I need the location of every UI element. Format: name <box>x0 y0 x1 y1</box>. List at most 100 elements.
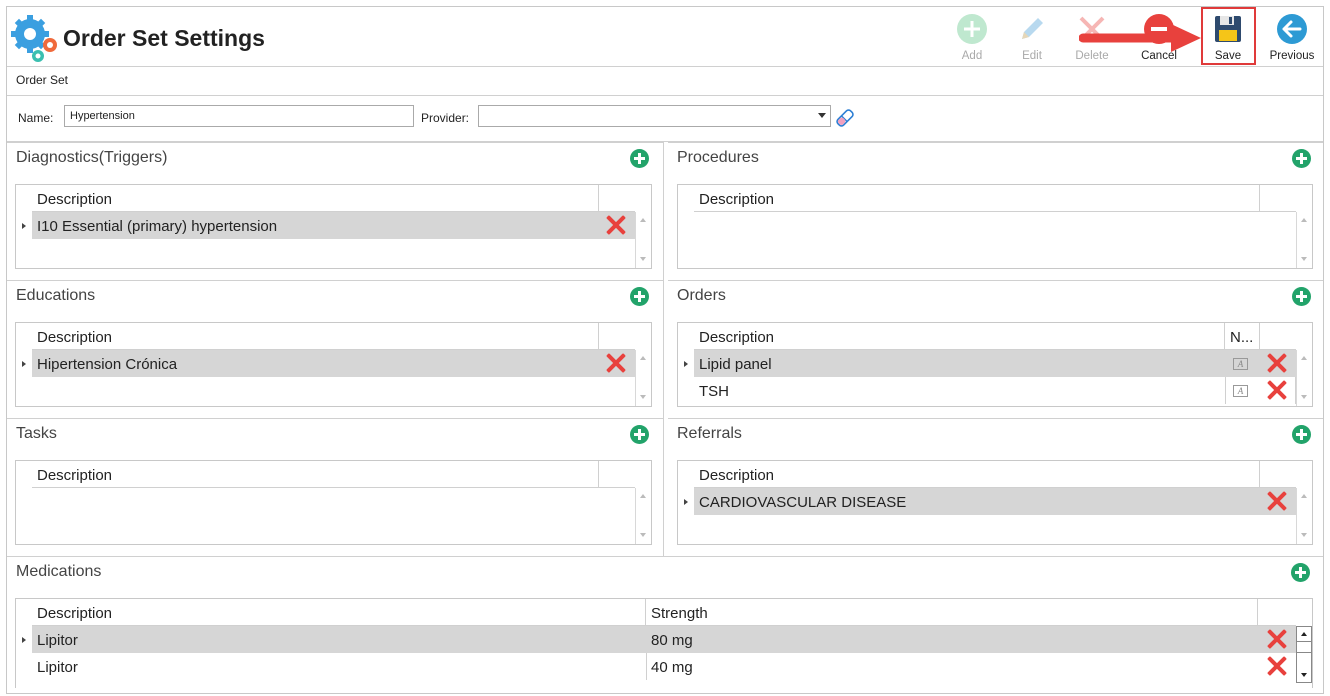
scroll-up-icon[interactable] <box>640 356 646 360</box>
delete-row-icon[interactable] <box>605 352 627 374</box>
column-header-description[interactable]: Description <box>32 323 599 350</box>
name-input[interactable]: Hypertension <box>64 105 414 127</box>
vertical-scrollbar[interactable] <box>635 212 651 268</box>
row-indicator-icon <box>684 361 688 367</box>
grid-header: Description <box>32 185 635 212</box>
medications-grid: Description Strength Lipitor 80 mg Lipit… <box>15 598 1313 688</box>
column-header-strength[interactable]: Strength <box>646 599 1258 626</box>
column-header-description[interactable]: Description <box>694 323 1225 350</box>
scroll-up-icon[interactable] <box>640 494 646 498</box>
scroll-up-icon[interactable] <box>1301 632 1307 636</box>
referrals-panel: Referrals Description CARDIOVASCULAR DIS… <box>668 418 1323 556</box>
vertical-scrollbar[interactable] <box>635 350 651 406</box>
scroll-up-icon[interactable] <box>640 218 646 222</box>
cell-description: Lipid panel <box>699 356 772 373</box>
order-set-label: Order Set <box>16 73 69 87</box>
add-education-icon[interactable] <box>630 287 649 306</box>
column-header-description[interactable]: Description <box>32 185 599 212</box>
add-diagnostic-icon[interactable] <box>630 149 649 168</box>
previous-button[interactable]: Previous <box>1264 9 1320 65</box>
note-icon[interactable]: A <box>1233 385 1248 397</box>
vertical-scrollbar[interactable] <box>635 488 651 544</box>
name-label: Name: <box>18 111 54 125</box>
delete-row-icon[interactable] <box>1266 379 1288 401</box>
table-row[interactable]: Hipertension Crónica <box>32 350 635 377</box>
add-procedure-icon[interactable] <box>1292 149 1311 168</box>
tasks-title: Tasks <box>16 425 57 442</box>
panel-divider <box>663 142 664 556</box>
column-header-description[interactable]: Description <box>694 461 1260 488</box>
row-indicator-icon <box>22 223 26 229</box>
add-task-icon[interactable] <box>630 425 649 444</box>
delete-row-icon[interactable] <box>1266 655 1288 677</box>
scroll-up-icon[interactable] <box>1301 356 1307 360</box>
delete-row-icon[interactable] <box>1266 628 1288 650</box>
referrals-title: Referrals <box>677 425 742 442</box>
scroll-down-icon[interactable] <box>1301 533 1307 537</box>
add-referral-icon[interactable] <box>1292 425 1311 444</box>
add-button[interactable]: Add <box>944 9 1000 65</box>
cell-strength: 40 mg <box>651 659 693 676</box>
eraser-icon[interactable] <box>833 106 857 130</box>
cell-description: Lipitor <box>37 659 78 676</box>
scroll-down-icon[interactable] <box>1301 395 1307 399</box>
cell-description: I10 Essential (primary) hypertension <box>37 218 278 235</box>
table-row[interactable]: Lipitor 80 mg <box>32 626 1296 653</box>
pencil-icon <box>1022 18 1043 39</box>
column-header-description[interactable]: Description <box>32 461 599 488</box>
cell-description: CARDIOVASCULAR DISEASE <box>699 494 907 511</box>
grid-header: Description <box>32 461 635 488</box>
vertical-scrollbar[interactable] <box>1296 488 1312 544</box>
scroll-down-icon[interactable] <box>1301 257 1307 261</box>
vertical-scrollbar[interactable] <box>1296 626 1312 683</box>
cell-description: Hipertension Crónica <box>37 356 178 373</box>
table-row[interactable]: I10 Essential (primary) hypertension <box>32 212 635 239</box>
row-indicator-icon <box>22 361 26 367</box>
vertical-scrollbar[interactable] <box>1296 212 1312 268</box>
diagnostics-panel: Diagnostics(Triggers) Description I10 Es… <box>7 142 663 280</box>
annotation-arrow-icon <box>1079 24 1201 52</box>
provider-label: Provider: <box>421 111 470 125</box>
column-header-description[interactable]: Description <box>32 599 646 626</box>
grid-header: Description <box>694 461 1296 488</box>
delete-row-icon[interactable] <box>1266 490 1288 512</box>
table-row[interactable]: Lipitor 40 mg <box>32 653 1296 680</box>
medications-title: Medications <box>16 563 102 580</box>
scroll-thumb[interactable] <box>1297 641 1311 653</box>
add-order-icon[interactable] <box>1292 287 1311 306</box>
vertical-scrollbar[interactable] <box>1296 350 1312 406</box>
save-highlight-box <box>1201 7 1256 65</box>
orders-grid: Description N... Lipid panel A TSH A <box>677 322 1313 407</box>
cell-description: TSH <box>699 383 729 400</box>
procedures-panel: Procedures Description <box>668 142 1323 280</box>
provider-select[interactable] <box>478 105 831 127</box>
diagnostics-title: Diagnostics(Triggers) <box>16 149 168 166</box>
add-medication-icon[interactable] <box>1291 563 1310 582</box>
table-row[interactable]: CARDIOVASCULAR DISEASE <box>694 488 1296 515</box>
column-header-description[interactable]: Description <box>694 185 1260 212</box>
scroll-down-icon[interactable] <box>640 395 646 399</box>
delete-row-icon[interactable] <box>1266 352 1288 374</box>
tasks-grid: Description <box>15 460 652 545</box>
table-row[interactable]: Lipid panel <box>694 350 1296 377</box>
grid-header: Description N... <box>694 323 1296 350</box>
cell-strength: 80 mg <box>651 632 693 649</box>
edit-button[interactable]: Edit <box>1004 9 1060 65</box>
scroll-up-icon[interactable] <box>1301 218 1307 222</box>
scroll-down-icon[interactable] <box>640 533 646 537</box>
scroll-down-icon[interactable] <box>1301 673 1307 677</box>
table-row[interactable]: TSH <box>694 377 1296 404</box>
educations-title: Educations <box>16 287 96 304</box>
procedures-grid: Description <box>677 184 1313 269</box>
grid-header: Description <box>694 185 1296 212</box>
educations-panel: Educations Description Hipertension Crón… <box>7 280 663 418</box>
name-provider-row: Name: Hypertension Provider: <box>7 96 1323 142</box>
scroll-down-icon[interactable] <box>640 257 646 261</box>
orders-title: Orders <box>677 287 726 304</box>
note-icon[interactable]: A <box>1233 358 1248 370</box>
tasks-panel: Tasks Description <box>7 418 663 556</box>
scroll-up-icon[interactable] <box>1301 494 1307 498</box>
row-indicator-icon <box>684 499 688 505</box>
column-header-notes[interactable]: N... <box>1225 323 1260 350</box>
delete-row-icon[interactable] <box>605 214 627 236</box>
